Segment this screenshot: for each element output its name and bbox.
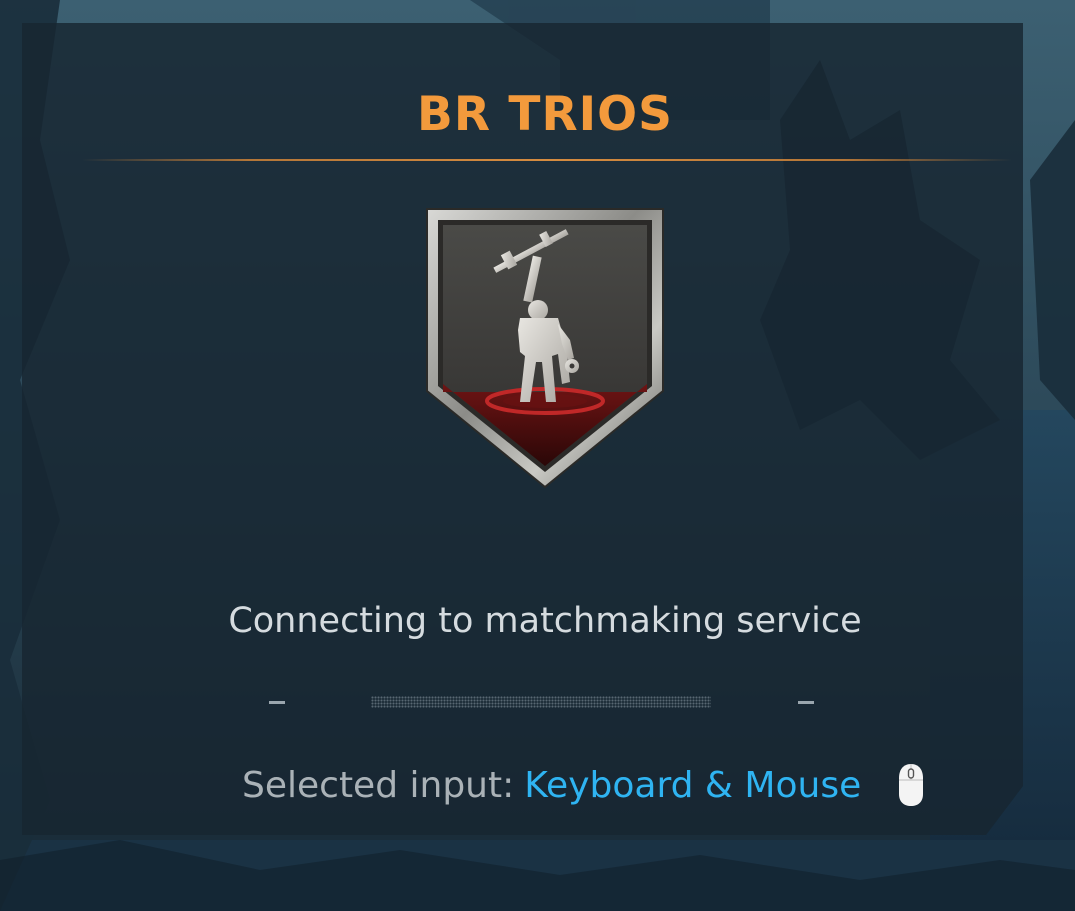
soldier-raising-rifle-emblem [426, 208, 664, 489]
selected-input-value: Keyboard & Mouse [524, 764, 862, 806]
progress-track [371, 696, 711, 708]
progress-left-dash [269, 701, 285, 704]
mouse-icon [899, 764, 924, 806]
matchmaking-panel: BR TRIOS Connecting to matchmaking servi… [22, 23, 1023, 835]
selected-input-label: Selected input: [242, 764, 515, 806]
status-message: Connecting to matchmaking service [228, 601, 862, 641]
mode-title: BR TRIOS [417, 87, 673, 142]
game-screen: BR TRIOS Connecting to matchmaking servi… [0, 0, 1075, 911]
progress-right-dash [798, 701, 814, 704]
matchmaking-progress [269, 691, 815, 713]
selected-input-row: Selected input: Keyboard & Mouse [242, 761, 925, 809]
title-divider [82, 159, 1012, 161]
